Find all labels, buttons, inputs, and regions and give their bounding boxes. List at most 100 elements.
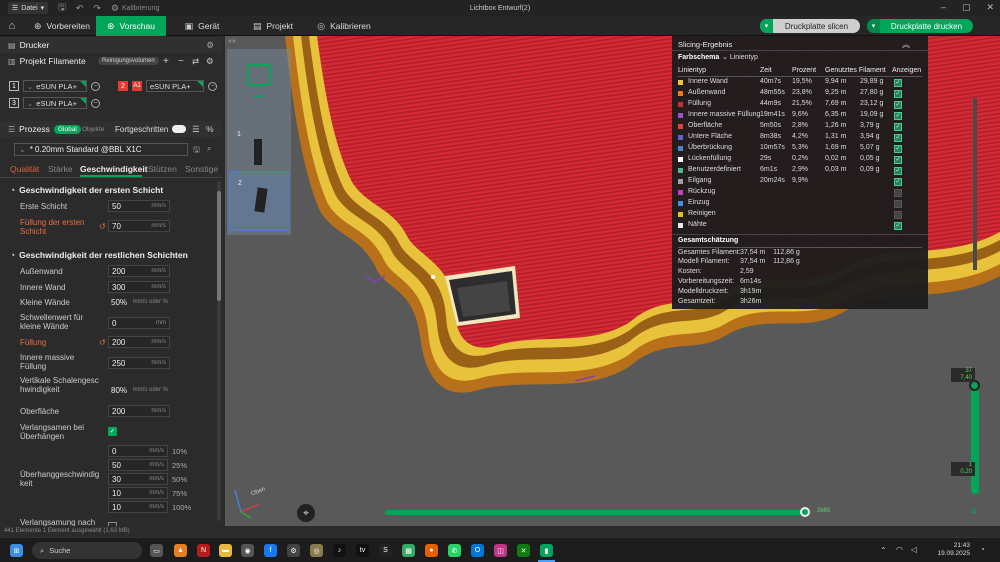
tab-project[interactable]: ▤ Projekt bbox=[250, 16, 296, 36]
store-icon[interactable]: ▦ bbox=[402, 544, 415, 557]
overhang-speed-input-1[interactable]: 0 mm/s bbox=[108, 445, 168, 457]
sync-icon[interactable]: ⇄ bbox=[192, 56, 199, 67]
instagram-icon[interactable]: ◫ bbox=[494, 544, 507, 557]
minimize-icon[interactable]: – bbox=[941, 2, 946, 13]
screenshot-icon[interactable]: ⌖ bbox=[297, 504, 315, 522]
outer-wall-speed-input[interactable]: 200 mm/s bbox=[108, 265, 170, 277]
tab-support[interactable]: Stützen bbox=[148, 164, 177, 174]
slice-plate-button[interactable]: ▾ Druckplatte slicen bbox=[760, 19, 860, 33]
plate-thumbnail-1[interactable] bbox=[254, 139, 262, 165]
maximize-icon[interactable]: ▢ bbox=[962, 2, 971, 13]
printer-section-header[interactable]: ▤ Drucker ⚙ bbox=[0, 37, 222, 53]
speaker-icon[interactable]: ◁ bbox=[911, 545, 917, 554]
overhang-speed-input-4[interactable]: 10 mm/s bbox=[108, 487, 168, 499]
remove-filament-icon[interactable]: − bbox=[91, 98, 100, 108]
netflix-icon[interactable]: N bbox=[197, 544, 210, 557]
visibility-checkbox[interactable] bbox=[894, 200, 902, 208]
visibility-checkbox[interactable]: ✓ bbox=[894, 178, 902, 186]
move-slider-track[interactable] bbox=[385, 510, 805, 515]
slowdown-overhang-checkbox[interactable]: ✓ bbox=[108, 427, 117, 436]
inner-wall-speed-input[interactable]: 300 mm/s bbox=[108, 281, 170, 293]
first-layer-infill-speed-input[interactable]: 70 mm/s bbox=[108, 220, 170, 232]
calibration-icon[interactable]: ⚙ bbox=[111, 3, 119, 14]
apple-tv-icon[interactable]: tv bbox=[356, 544, 369, 557]
whatsapp-icon[interactable]: ✆ bbox=[448, 544, 461, 557]
file-menu[interactable]: ☰ Datei ▾ bbox=[8, 2, 49, 14]
wifi-icon[interactable]: ◠ bbox=[896, 545, 903, 554]
filament-select[interactable]: eSUN PLA+ bbox=[146, 80, 204, 92]
remove-filament-icon[interactable]: − bbox=[208, 81, 217, 91]
save-icon[interactable]: 🖫 bbox=[58, 0, 66, 16]
gear-icon[interactable]: ⚙ bbox=[206, 40, 214, 51]
small-walls-speed-input[interactable]: 50% mm/s oder % bbox=[108, 296, 170, 308]
undo-icon[interactable]: ↺ bbox=[99, 338, 106, 347]
tab-others[interactable]: Sonstige bbox=[185, 164, 218, 174]
xbox-icon[interactable]: ✕ bbox=[517, 544, 530, 557]
gear-icon[interactable]: ⚙ bbox=[206, 56, 214, 67]
move-slider-handle[interactable] bbox=[800, 507, 810, 517]
save-icon[interactable]: 🖫 bbox=[193, 144, 200, 158]
facebook-icon[interactable]: f bbox=[264, 544, 277, 557]
tab-speed[interactable]: Geschwindigkeit bbox=[80, 164, 148, 174]
layer-slider-range[interactable] bbox=[971, 384, 979, 494]
first-layer-speed-input[interactable]: 50 mm/s bbox=[108, 200, 170, 212]
color-scheme-select[interactable]: ⌄ Linientyp bbox=[722, 53, 758, 61]
visibility-checkbox[interactable]: ✓ bbox=[894, 112, 902, 120]
cleanup-volume-button[interactable]: Reinigungsvolumen bbox=[98, 57, 159, 65]
remove-filament-icon[interactable]: − bbox=[91, 81, 100, 91]
visibility-checkbox[interactable]: ✓ bbox=[894, 134, 902, 142]
tab-strength[interactable]: Stärke bbox=[48, 164, 73, 174]
tab-device[interactable]: ▣ Gerät bbox=[180, 16, 224, 36]
layers-icon[interactable]: ≋ bbox=[970, 506, 978, 517]
app-icon[interactable]: S bbox=[379, 544, 392, 557]
overhang-speed-input-5[interactable]: 10 mm/s bbox=[108, 501, 168, 513]
remove-icon[interactable]: − bbox=[178, 56, 184, 67]
tab-quality[interactable]: Qualität bbox=[10, 164, 39, 174]
visibility-checkbox[interactable]: ✓ bbox=[894, 90, 902, 98]
objects-toggle[interactable]: Objekte bbox=[82, 126, 104, 133]
visibility-checkbox[interactable]: ✓ bbox=[894, 79, 902, 87]
redo-icon[interactable]: ↷ bbox=[93, 3, 101, 14]
small-walls-threshold-input[interactable]: 0 mm bbox=[108, 317, 170, 329]
notification-icon[interactable]: ◔ bbox=[980, 545, 985, 554]
settings-icon[interactable]: ⚙ bbox=[287, 544, 300, 557]
vlc-icon[interactable]: ▲ bbox=[174, 544, 187, 557]
collapse-icon[interactable]: «» bbox=[228, 38, 236, 45]
percent-icon[interactable]: % bbox=[206, 124, 214, 134]
collapse-icon[interactable]: ︽ bbox=[902, 39, 910, 50]
overhang-speed-input-2[interactable]: 50 mm/s bbox=[108, 459, 168, 471]
search-icon[interactable]: ⌕ bbox=[207, 144, 211, 154]
tab-calibrate[interactable]: ◎ Kalibrieren bbox=[312, 16, 376, 36]
print-plate-button[interactable]: ▾ Druckplatte drucken bbox=[867, 19, 973, 33]
filament-slot-2[interactable]: 2 A1 eSUN PLA+ − bbox=[118, 79, 217, 93]
process-profile-select[interactable]: ⌄ * 0.20mm Standard @BBL X1C bbox=[14, 143, 188, 156]
settings-scrollbar[interactable] bbox=[217, 181, 221, 521]
windows-start-icon[interactable]: ⊞ bbox=[10, 544, 23, 557]
close-icon[interactable]: ✕ bbox=[986, 2, 994, 13]
undo-icon[interactable]: ↶ bbox=[76, 3, 84, 14]
visibility-checkbox[interactable] bbox=[894, 211, 902, 219]
internal-solid-infill-speed-input[interactable]: 250 mm/s bbox=[108, 357, 170, 369]
visibility-checkbox[interactable]: ✓ bbox=[894, 145, 902, 153]
app-icon[interactable]: ◎ bbox=[310, 544, 323, 557]
plate-thumbnail-2[interactable]: 2 bbox=[229, 171, 289, 231]
bambu-studio-icon[interactable]: ▮ bbox=[540, 544, 553, 557]
firefox-icon[interactable]: ● bbox=[425, 544, 438, 557]
clock[interactable]: 21:43 19.09.2025 bbox=[930, 542, 970, 558]
slice-all-icon[interactable] bbox=[247, 64, 271, 86]
folder-icon[interactable]: ▬ bbox=[219, 544, 232, 557]
calibration-label[interactable]: Kalibrierung bbox=[122, 5, 159, 12]
visibility-checkbox[interactable] bbox=[894, 189, 902, 197]
chevron-down-icon[interactable]: ▾ bbox=[760, 19, 773, 33]
chevron-down-icon[interactable]: ▾ bbox=[867, 19, 880, 33]
tray-expand-icon[interactable]: ⌃ bbox=[880, 546, 887, 555]
infill-speed-input[interactable]: 200 mm/s bbox=[108, 336, 170, 348]
list-icon[interactable]: ☰ bbox=[192, 124, 200, 135]
overhang-speed-input-3[interactable]: 30 mm/s bbox=[108, 473, 168, 485]
global-toggle[interactable]: Global bbox=[54, 124, 81, 134]
taskbar-search[interactable]: ⌕ Suche bbox=[32, 542, 142, 559]
visibility-checkbox[interactable]: ✓ bbox=[894, 156, 902, 164]
filament-select[interactable]: ⌄ eSUN PLA+ bbox=[23, 97, 87, 109]
home-tab[interactable]: ⌂ bbox=[4, 16, 20, 36]
add-icon[interactable]: + bbox=[163, 56, 169, 67]
